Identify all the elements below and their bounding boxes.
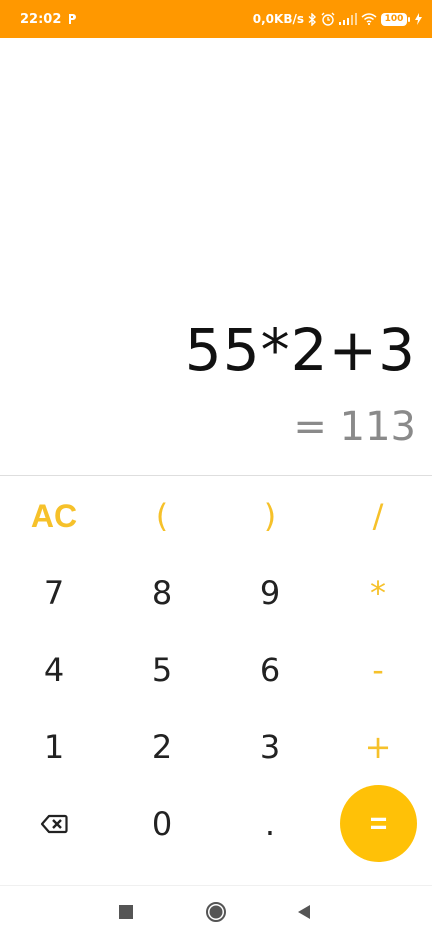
backspace-icon [40,814,68,834]
home-icon [205,901,227,928]
navigation-bar [0,885,432,938]
expression-display: 55*2+3 [184,316,416,384]
divider [0,475,432,476]
close-paren-button[interactable]: ) [216,480,324,552]
digit-7-button[interactable]: 7 [0,557,108,629]
plus-button[interactable]: + [324,711,432,783]
digit-4-button[interactable]: 4 [0,634,108,706]
digit-1-button[interactable]: 1 [0,711,108,783]
network-speed: 0,0KB/s [252,12,304,26]
battery-level: 100 [384,14,404,24]
bluetooth-icon [308,12,317,26]
digit-0-button[interactable]: 0 [108,788,216,860]
digit-3-button[interactable]: 3 [216,711,324,783]
digit-6-button[interactable]: 6 [216,634,324,706]
digit-9-button[interactable]: 9 [216,557,324,629]
divide-button[interactable]: / [324,480,432,552]
p-app-icon [67,13,77,25]
digit-8-button[interactable]: 8 [108,557,216,629]
status-bar: 22:02 0,0KB/s 100 [0,0,432,38]
digit-2-button[interactable]: 2 [108,711,216,783]
decimal-button[interactable]: . [216,788,324,860]
charging-icon [415,13,422,25]
recent-apps-button[interactable] [118,904,134,925]
backspace-button[interactable] [0,788,108,860]
all-clear-button[interactable]: AC [0,480,108,552]
battery-icon: 100 [381,12,410,26]
open-paren-button[interactable]: ( [108,480,216,552]
home-button[interactable] [205,901,227,928]
digit-5-button[interactable]: 5 [108,634,216,706]
wifi-icon [361,13,377,25]
signal-icon [339,13,357,25]
alarm-icon [321,12,335,26]
recent-apps-icon [118,904,134,925]
multiply-button[interactable]: * [324,557,432,629]
clock: 22:02 [20,11,62,27]
back-icon [296,904,312,925]
back-button[interactable] [296,904,312,925]
result-display: = 113 [293,404,416,450]
minus-button[interactable]: - [324,634,432,706]
equals-button[interactable]: = [340,785,417,862]
